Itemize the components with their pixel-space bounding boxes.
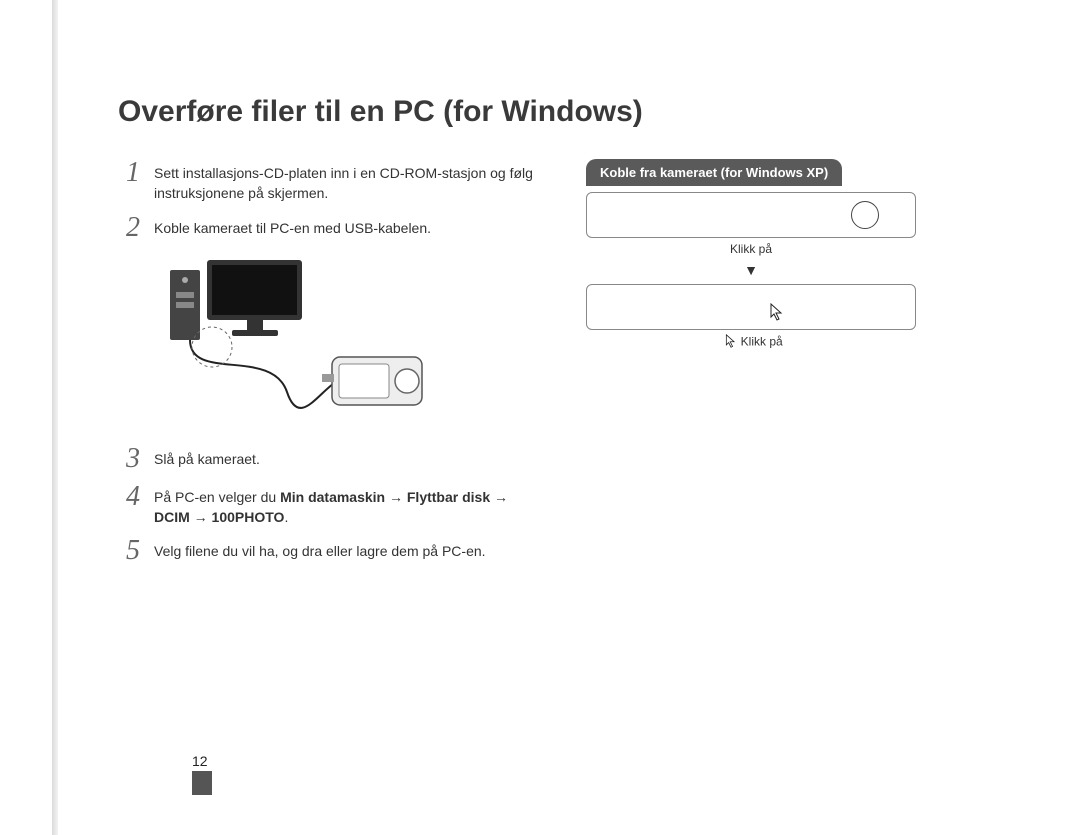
caption-2-text: Klikk på [741,335,783,349]
caption-2: Klikk på [586,334,916,351]
page-title: Overføre filer til en PC (for Windows) [118,95,1020,129]
cursor-icon [725,334,737,351]
step-text: Velg filene du vil ha, og dra eller lagr… [154,537,486,565]
step-number: 3 [118,445,140,473]
step-4: 4 På PC-en velger du Min datamaskin → Fl… [118,483,538,528]
cursor-icon [770,303,784,326]
right-column: Koble fra kameraet (for Windows XP) Klik… [586,159,916,575]
step-number: 4 [118,483,140,528]
pc-camera-usb-icon [152,252,432,422]
disconnect-tab-label: Koble fra kameraet (for Windows XP) [586,159,842,186]
manual-page: Overføre filer til en PC (for Windows) 1… [0,0,1080,835]
page-number: 12 [192,753,208,769]
step4-prefix: På PC-en velger du [154,489,280,505]
left-column: 1 Sett installasjons-CD-platen inn i en … [118,159,538,575]
step-text: På PC-en velger du Min datamaskin → Flyt… [154,483,538,528]
step-5: 5 Velg filene du vil ha, og dra eller la… [118,537,538,565]
tray-popup-box-2 [586,284,916,330]
step-number: 2 [118,214,140,242]
step-1: 1 Sett installasjons-CD-platen inn i en … [118,159,538,204]
caption-1-text: Klikk på [730,242,772,256]
down-arrow-icon: ▼ [586,262,916,278]
step-text: Slå på kameraet. [154,445,260,473]
content-columns: 1 Sett installasjons-CD-platen inn i en … [118,159,1020,575]
step-text: Koble kameraet til PC-en med USB-kabelen… [154,214,431,242]
step-number: 1 [118,159,140,204]
step-text: Sett installasjons-CD-platen inn i en CD… [154,159,538,204]
tray-popup-box-1 [586,192,916,238]
page-number-bar [192,771,212,795]
page-spine [52,0,58,835]
step4-suffix: . [284,509,288,525]
usb-connection-illustration [152,252,538,427]
step-number: 5 [118,537,140,565]
tray-icon-circle [851,201,879,229]
caption-1: Klikk på [586,242,916,256]
step-2: 2 Koble kameraet til PC-en med USB-kabel… [118,214,538,242]
step-3: 3 Slå på kameraet. [118,445,538,473]
